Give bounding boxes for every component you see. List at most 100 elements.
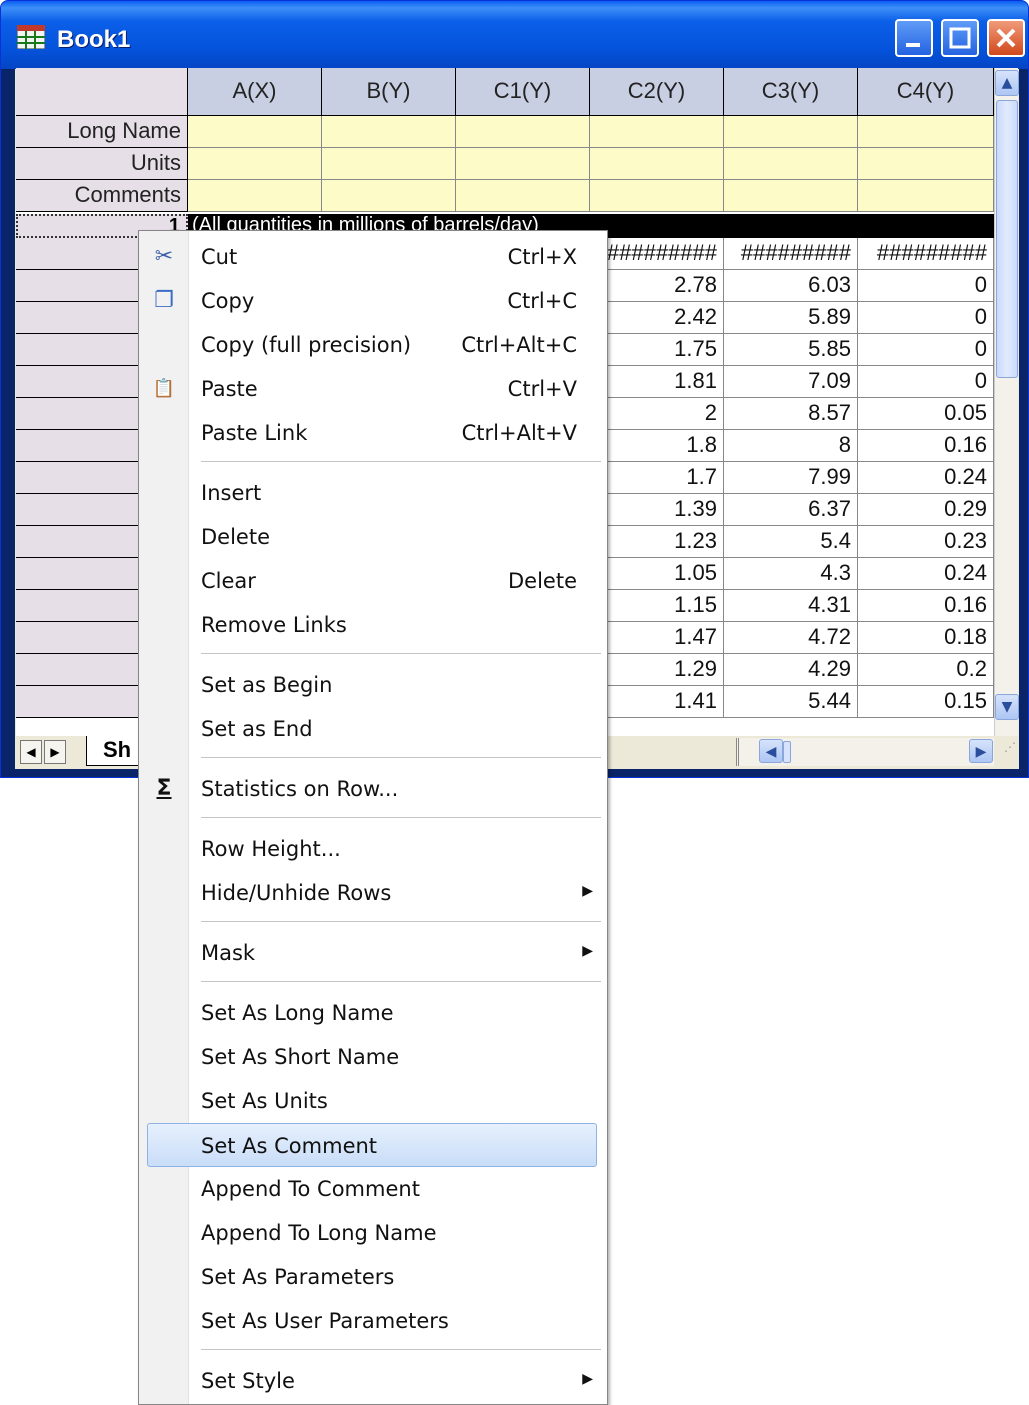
table-cell[interactable]: 8.57 (724, 398, 858, 430)
title-bar[interactable]: Book1 (1, 1, 1028, 69)
table-cell[interactable]: 0.05 (858, 398, 994, 430)
long-name-row-header[interactable]: Long Name (16, 116, 188, 148)
table-cell[interactable]: 5.85 (724, 334, 858, 366)
table-cell[interactable]: 6.03 (724, 270, 858, 302)
table-cell[interactable]: 0.16 (858, 430, 994, 462)
menu-item-append-to-long-name[interactable]: Append To Long Name (139, 1211, 607, 1255)
meta-cell[interactable] (188, 148, 322, 180)
meta-cell[interactable] (590, 180, 724, 212)
table-cell[interactable]: 4.31 (724, 590, 858, 622)
column-header-c2[interactable]: C2(Y) (590, 68, 724, 116)
menu-item-set-as-begin[interactable]: Set as Begin (139, 663, 607, 707)
table-cell[interactable]: 0.2 (858, 654, 994, 686)
meta-cell[interactable] (724, 180, 858, 212)
table-cell[interactable]: 0.23 (858, 526, 994, 558)
table-cell[interactable]: 0 (858, 366, 994, 398)
table-cell[interactable]: ######### (590, 238, 724, 270)
meta-cell[interactable] (456, 116, 590, 148)
menu-item-remove-links[interactable]: Remove Links (139, 603, 607, 647)
table-cell[interactable]: 2.78 (590, 270, 724, 302)
menu-item-row-height[interactable]: Row Height... (139, 827, 607, 871)
meta-cell[interactable] (322, 180, 456, 212)
horizontal-scroll-thumb[interactable] (783, 741, 791, 763)
minimize-button[interactable] (895, 19, 933, 57)
table-cell[interactable]: 0.24 (858, 462, 994, 494)
comments-row-header[interactable]: Comments (16, 180, 188, 212)
menu-item-set-as-short-name[interactable]: Set As Short Name (139, 1035, 607, 1079)
meta-cell[interactable] (188, 180, 322, 212)
maximize-button[interactable] (941, 19, 979, 57)
scroll-down-button[interactable]: ▼ (995, 694, 1019, 720)
table-cell[interactable]: 0.24 (858, 558, 994, 590)
table-cell[interactable]: 4.72 (724, 622, 858, 654)
menu-item-set-as-user-parameters[interactable]: Set As User Parameters (139, 1299, 607, 1343)
table-cell[interactable]: 1.75 (590, 334, 724, 366)
menu-item-mask[interactable]: Mask ▶ (139, 931, 607, 975)
resize-grip-icon[interactable]: ⋰ (992, 740, 1016, 764)
column-header-c4[interactable]: C4(Y) (858, 68, 994, 116)
table-cell[interactable]: 1.39 (590, 494, 724, 526)
table-cell[interactable]: 6.37 (724, 494, 858, 526)
menu-item-copy-full-precision[interactable]: Copy (full precision) Ctrl+Alt+C (139, 323, 607, 367)
menu-item-set-style[interactable]: Set Style ▶ (139, 1359, 607, 1403)
column-header-c3[interactable]: C3(Y) (724, 68, 858, 116)
meta-cell[interactable] (322, 116, 456, 148)
table-cell[interactable]: 4.3 (724, 558, 858, 590)
table-cell[interactable]: 5.44 (724, 686, 858, 718)
scroll-up-button[interactable]: ▲ (995, 70, 1019, 96)
meta-cell[interactable] (724, 148, 858, 180)
scroll-right-button[interactable]: ▶ (969, 739, 993, 763)
table-cell[interactable]: 1.23 (590, 526, 724, 558)
table-cell[interactable]: 5.89 (724, 302, 858, 334)
prev-sheet-button[interactable]: ◀ (20, 740, 42, 764)
meta-cell[interactable] (724, 116, 858, 148)
meta-cell[interactable] (858, 116, 994, 148)
table-cell[interactable]: ######### (724, 238, 858, 270)
menu-item-cut[interactable]: ✂ Cut Ctrl+X (139, 235, 607, 279)
menu-item-set-as-long-name[interactable]: Set As Long Name (139, 991, 607, 1035)
menu-item-clear[interactable]: Clear Delete (139, 559, 607, 603)
vertical-scrollbar[interactable]: ▲ ▼ (994, 68, 1019, 736)
meta-cell[interactable] (456, 180, 590, 212)
table-cell[interactable]: 0.29 (858, 494, 994, 526)
menu-item-paste[interactable]: 📋 Paste Ctrl+V (139, 367, 607, 411)
table-cell[interactable]: 8 (724, 430, 858, 462)
table-cell[interactable]: 4.29 (724, 654, 858, 686)
meta-cell[interactable] (590, 148, 724, 180)
menu-item-set-as-units[interactable]: Set As Units (139, 1079, 607, 1123)
table-cell[interactable]: 0.16 (858, 590, 994, 622)
table-cell[interactable]: 1.7 (590, 462, 724, 494)
horizontal-scrollbar[interactable]: ◀ ▶ (736, 738, 994, 766)
meta-cell[interactable] (322, 148, 456, 180)
table-cell[interactable]: ######### (858, 238, 994, 270)
menu-item-insert[interactable]: Insert (139, 471, 607, 515)
menu-item-paste-link[interactable]: Paste Link Ctrl+Alt+V (139, 411, 607, 455)
table-cell[interactable]: 0.15 (858, 686, 994, 718)
menu-item-hide-unhide-rows[interactable]: Hide/Unhide Rows ▶ (139, 871, 607, 915)
table-cell[interactable]: 1.47 (590, 622, 724, 654)
next-sheet-button[interactable]: ▶ (44, 740, 66, 764)
meta-cell[interactable] (590, 116, 724, 148)
scroll-left-button[interactable]: ◀ (759, 739, 783, 763)
table-cell[interactable]: 1.81 (590, 366, 724, 398)
column-header-a[interactable]: A(X) (188, 68, 322, 116)
table-cell[interactable]: 5.4 (724, 526, 858, 558)
table-cell[interactable]: 0 (858, 302, 994, 334)
meta-cell[interactable] (858, 180, 994, 212)
table-cell[interactable]: 0.18 (858, 622, 994, 654)
table-cell[interactable]: 7.99 (724, 462, 858, 494)
menu-item-set-as-comment[interactable]: Set As Comment (147, 1123, 597, 1167)
table-cell[interactable]: 2 (590, 398, 724, 430)
table-cell[interactable]: 1.05 (590, 558, 724, 590)
table-cell[interactable]: 0 (858, 334, 994, 366)
meta-cell[interactable] (858, 148, 994, 180)
menu-item-set-as-parameters[interactable]: Set As Parameters (139, 1255, 607, 1299)
table-cell[interactable]: 1.29 (590, 654, 724, 686)
menu-item-copy[interactable]: ❐ Copy Ctrl+C (139, 279, 607, 323)
meta-cell[interactable] (456, 148, 590, 180)
grid-corner[interactable] (16, 68, 188, 116)
close-button[interactable] (987, 19, 1025, 57)
table-cell[interactable]: 0 (858, 270, 994, 302)
menu-item-delete[interactable]: Delete (139, 515, 607, 559)
table-cell[interactable]: 1.41 (590, 686, 724, 718)
